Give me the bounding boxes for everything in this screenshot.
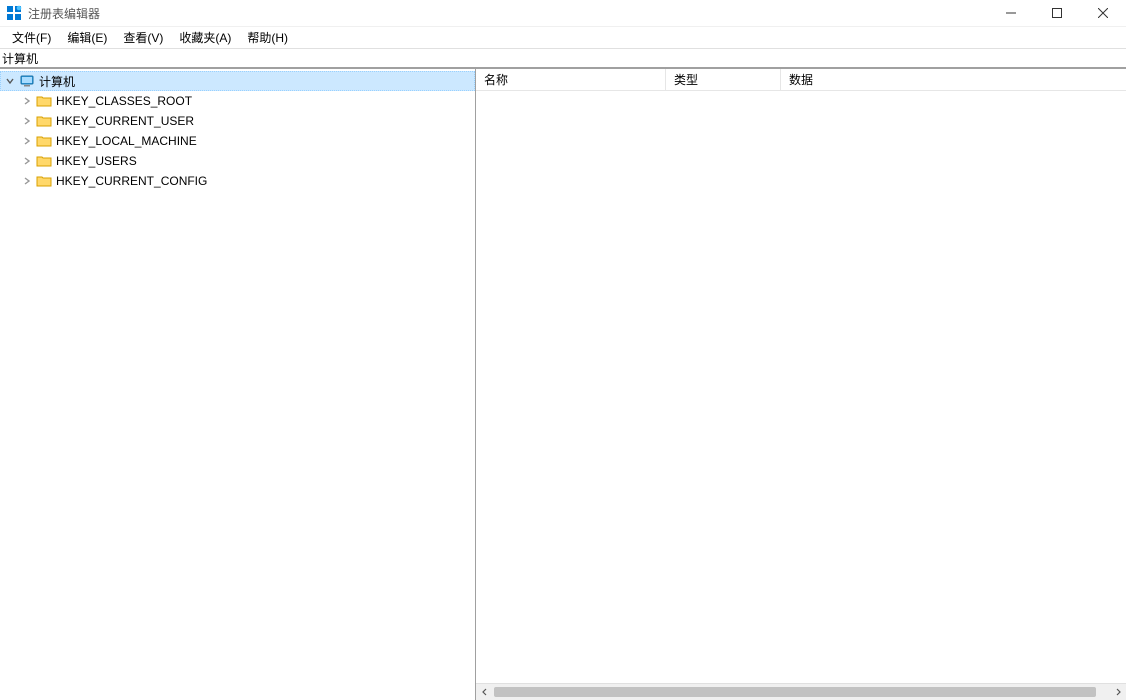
horizontal-scrollbar[interactable] (476, 683, 1126, 700)
folder-icon (36, 113, 52, 129)
chevron-down-icon[interactable] (5, 76, 19, 86)
menu-file[interactable]: 文件(F) (4, 27, 59, 48)
address-bar[interactable]: 计算机 (0, 48, 1126, 68)
folder-icon (36, 133, 52, 149)
scroll-track[interactable] (494, 686, 1108, 698)
list-pane: 名称 类型 数据 (476, 69, 1126, 700)
folder-icon (36, 173, 52, 189)
tree-node-hkcr[interactable]: HKEY_CLASSES_ROOT (18, 91, 475, 111)
scroll-right-arrow-icon[interactable] (1109, 684, 1126, 700)
tree-node-label: HKEY_CLASSES_ROOT (56, 94, 192, 108)
menu-help[interactable]: 帮助(H) (239, 27, 296, 48)
window-controls (988, 0, 1126, 26)
tree-node-label: HKEY_USERS (56, 154, 137, 168)
scroll-left-arrow-icon[interactable] (476, 684, 493, 700)
menubar: 文件(F) 编辑(E) 查看(V) 收藏夹(A) 帮助(H) (0, 26, 1126, 48)
tree-pane[interactable]: 计算机 HKEY_CLASSES_ROOT (0, 69, 476, 700)
close-button[interactable] (1080, 0, 1126, 26)
tree-root-computer[interactable]: 计算机 (0, 71, 475, 91)
maximize-button[interactable] (1034, 0, 1080, 26)
list-body[interactable] (476, 91, 1126, 683)
minimize-button[interactable] (988, 0, 1034, 26)
tree-node-label: 计算机 (39, 73, 75, 90)
computer-icon (19, 73, 35, 89)
tree-node-hklm[interactable]: HKEY_LOCAL_MACHINE (18, 131, 475, 151)
column-name[interactable]: 名称 (476, 69, 666, 90)
folder-icon (36, 153, 52, 169)
chevron-right-icon[interactable] (22, 156, 36, 166)
chevron-right-icon[interactable] (22, 136, 36, 146)
folder-icon (36, 93, 52, 109)
menu-view[interactable]: 查看(V) (115, 27, 171, 48)
column-type[interactable]: 类型 (666, 69, 781, 90)
scroll-thumb[interactable] (494, 687, 1096, 697)
window-title: 注册表编辑器 (28, 5, 100, 22)
tree-node-label: HKEY_CURRENT_CONFIG (56, 174, 207, 188)
columns-header: 名称 类型 数据 (476, 69, 1126, 91)
tree-node-hku[interactable]: HKEY_USERS (18, 151, 475, 171)
main-split: 计算机 HKEY_CLASSES_ROOT (0, 68, 1126, 700)
tree-node-label: HKEY_CURRENT_USER (56, 114, 194, 128)
menu-favorites[interactable]: 收藏夹(A) (171, 27, 239, 48)
registry-tree: 计算机 HKEY_CLASSES_ROOT (0, 71, 475, 191)
registry-editor-window: 注册表编辑器 文件(F) 编辑(E) 查看(V) 收藏夹(A) 帮助(H) 计算… (0, 0, 1126, 700)
menu-edit[interactable]: 编辑(E) (59, 27, 115, 48)
tree-children: HKEY_CLASSES_ROOT HKEY_CURRENT_USER (0, 91, 475, 191)
chevron-right-icon[interactable] (22, 116, 36, 126)
tree-node-hkcu[interactable]: HKEY_CURRENT_USER (18, 111, 475, 131)
titlebar: 注册表编辑器 (0, 0, 1126, 26)
tree-node-label: HKEY_LOCAL_MACHINE (56, 134, 197, 148)
chevron-right-icon[interactable] (22, 176, 36, 186)
chevron-right-icon[interactable] (22, 96, 36, 106)
address-path: 计算机 (2, 50, 38, 67)
app-icon (6, 5, 22, 21)
tree-node-hkcc[interactable]: HKEY_CURRENT_CONFIG (18, 171, 475, 191)
column-data[interactable]: 数据 (781, 69, 1126, 90)
